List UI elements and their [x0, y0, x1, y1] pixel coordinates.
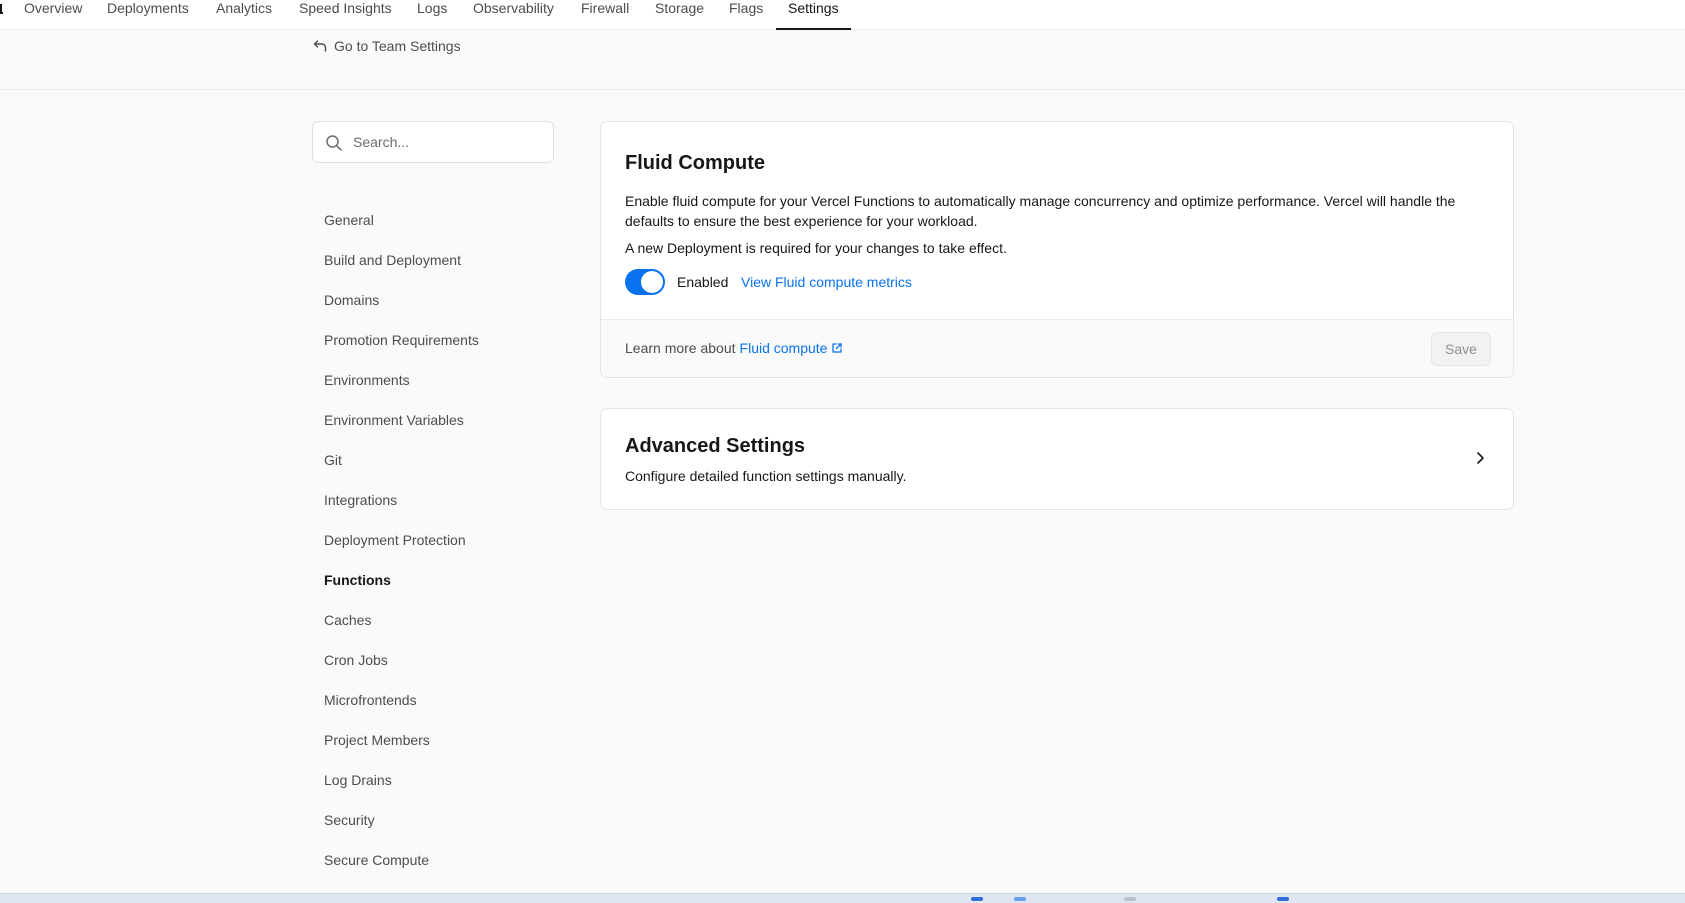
- go-to-team-settings-link[interactable]: Go to Team Settings: [312, 36, 461, 56]
- sidebar-item-promotion-requirements[interactable]: Promotion Requirements: [324, 328, 479, 352]
- sidebar-item-project-members[interactable]: Project Members: [324, 728, 430, 752]
- learn-more-text: Learn more about Fluid compute: [625, 340, 843, 356]
- advanced-settings-card[interactable]: Advanced Settings Configure detailed fun…: [600, 408, 1514, 510]
- view-metrics-link[interactable]: View Fluid compute metrics: [741, 274, 912, 290]
- external-link-icon: [832, 343, 843, 353]
- search-input[interactable]: [353, 130, 543, 154]
- sidebar-item-cron-jobs[interactable]: Cron Jobs: [324, 648, 388, 672]
- save-button[interactable]: Save: [1431, 332, 1491, 366]
- sidebar-item-microfrontends[interactable]: Microfrontends: [324, 688, 417, 712]
- sidebar-item-integrations[interactable]: Integrations: [324, 488, 397, 512]
- sidebar-item-environment-variables[interactable]: Environment Variables: [324, 408, 464, 432]
- tab-overview[interactable]: Overview: [24, 0, 82, 30]
- fluid-compute-footer: Learn more about Fluid compute Save: [601, 319, 1513, 377]
- chevron-right-icon: [1477, 452, 1484, 464]
- settings-subheader: Go to Team Settings: [0, 30, 1685, 90]
- deployment-required-note: A new Deployment is required for your ch…: [625, 240, 1007, 256]
- sidebar-item-caches[interactable]: Caches: [324, 608, 371, 632]
- tab-storage[interactable]: Storage: [655, 0, 704, 30]
- tab-logs[interactable]: Logs: [417, 0, 447, 30]
- sidebar-item-git[interactable]: Git: [324, 448, 342, 472]
- fluid-compute-docs-label: Fluid compute: [739, 340, 828, 356]
- tab-observability[interactable]: Observability: [473, 0, 554, 30]
- advanced-settings-title: Advanced Settings: [625, 435, 806, 457]
- fluid-compute-docs-link[interactable]: Fluid compute: [740, 340, 844, 356]
- sidebar-item-general[interactable]: General: [324, 208, 374, 232]
- settings-search[interactable]: [312, 121, 554, 163]
- tab-settings[interactable]: Settings: [776, 0, 851, 30]
- sidebar-item-log-drains[interactable]: Log Drains: [324, 768, 392, 792]
- advanced-settings-description: Configure detailed function settings man…: [625, 468, 907, 484]
- sidebar-item-functions[interactable]: Functions: [324, 568, 391, 592]
- toggle-knob: [641, 271, 663, 293]
- sidebar-item-environments[interactable]: Environments: [324, 368, 410, 392]
- sidebar-item-deployment-protection[interactable]: Deployment Protection: [324, 528, 466, 552]
- taskbar-app-icon[interactable]: [1124, 897, 1136, 901]
- tab-flags[interactable]: Flags: [729, 0, 763, 30]
- learn-more-label: Learn more about: [625, 340, 736, 356]
- tab-analytics[interactable]: Analytics: [216, 0, 272, 30]
- sidebar-item-security[interactable]: Security: [324, 808, 375, 832]
- fluid-compute-card: Fluid Compute Enable fluid compute for y…: [600, 121, 1514, 378]
- taskbar-app-icon[interactable]: [971, 897, 983, 901]
- taskbar-app-icon[interactable]: [1014, 897, 1026, 901]
- sidebar-item-secure-compute[interactable]: Secure Compute: [324, 848, 429, 872]
- tab-deployments[interactable]: Deployments: [107, 0, 189, 30]
- fluid-compute-title: Fluid Compute: [625, 152, 765, 174]
- taskbar-strip: [0, 893, 1685, 903]
- sidebar-item-build-and-deployment[interactable]: Build and Deployment: [324, 248, 461, 272]
- fluid-compute-description: Enable fluid compute for your Vercel Fun…: [625, 193, 1456, 229]
- return-arrow-icon: [313, 40, 327, 52]
- tab-firewall[interactable]: Firewall: [581, 0, 629, 30]
- sidebar-item-domains[interactable]: Domains: [324, 288, 379, 312]
- go-to-team-settings-label: Go to Team Settings: [334, 38, 461, 54]
- window-edge-mark: [0, 4, 3, 14]
- taskbar-app-icon[interactable]: [1277, 897, 1289, 901]
- toggle-status-label: Enabled: [677, 274, 729, 290]
- search-icon: [326, 135, 342, 151]
- tab-speed-insights[interactable]: Speed Insights: [299, 0, 392, 30]
- fluid-compute-toggle[interactable]: [625, 269, 665, 295]
- top-navigation: Overview Deployments Analytics Speed Ins…: [0, 0, 1685, 30]
